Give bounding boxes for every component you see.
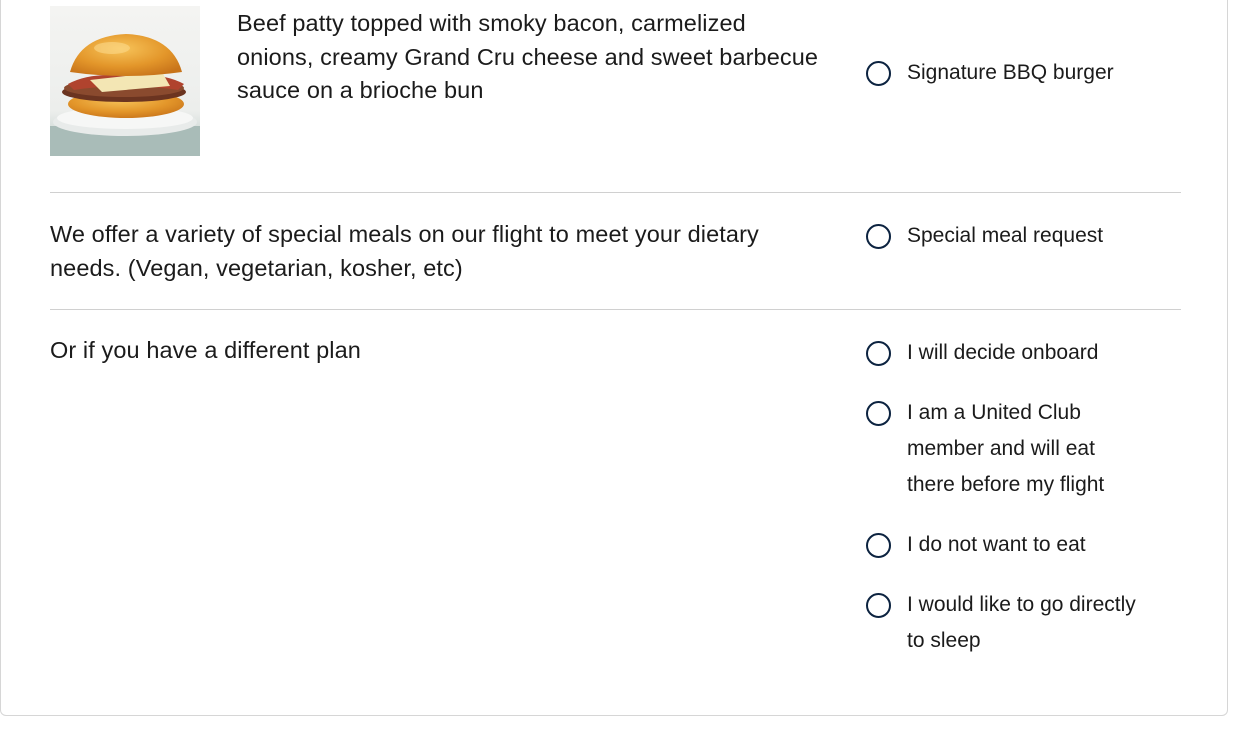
meal-row-special: We offer a variety of special meals on o… [50, 192, 1181, 309]
burger-image [50, 6, 200, 156]
option-label: I am a United Club member and will eat t… [907, 401, 1105, 496]
meal-row-burger: Beef patty topped with smoky bacon, carm… [50, 0, 1181, 192]
option-label: I would like to go directly to sleep [907, 593, 1136, 652]
option-label: Signature BBQ burger [907, 61, 1114, 84]
option-label: I do not want to eat [907, 533, 1086, 556]
radio-button-icon[interactable] [866, 593, 891, 618]
option-decide-onboard[interactable]: I will decide onboard [866, 341, 1157, 371]
option-signature-bbq-burger[interactable]: Signature BBQ burger [866, 61, 1157, 91]
meal-row-different-plan: Or if you have a different plan I will d… [50, 309, 1181, 709]
option-label: Special meal request [907, 224, 1104, 247]
option-united-club-member[interactable]: I am a United Club member and will eat t… [866, 401, 1132, 503]
burger-description: Beef patty topped with smoky bacon, carm… [237, 10, 819, 103]
special-meal-description: We offer a variety of special meals on o… [50, 221, 759, 281]
radio-button-icon[interactable] [866, 533, 891, 558]
radio-button-icon[interactable] [866, 401, 891, 426]
option-special-meal-request[interactable]: Special meal request [866, 224, 1157, 254]
option-label: I will decide onboard [907, 341, 1099, 364]
option-go-directly-to-sleep[interactable]: I would like to go directly to sleep [866, 593, 1157, 659]
different-plan-description: Or if you have a different plan [50, 337, 361, 363]
option-do-not-want-to-eat[interactable]: I do not want to eat [866, 533, 1157, 563]
meal-selection-card: Beef patty topped with smoky bacon, carm… [0, 0, 1228, 716]
radio-button-icon[interactable] [866, 341, 891, 366]
radio-button-icon[interactable] [866, 224, 891, 249]
radio-button-icon[interactable] [866, 61, 891, 86]
